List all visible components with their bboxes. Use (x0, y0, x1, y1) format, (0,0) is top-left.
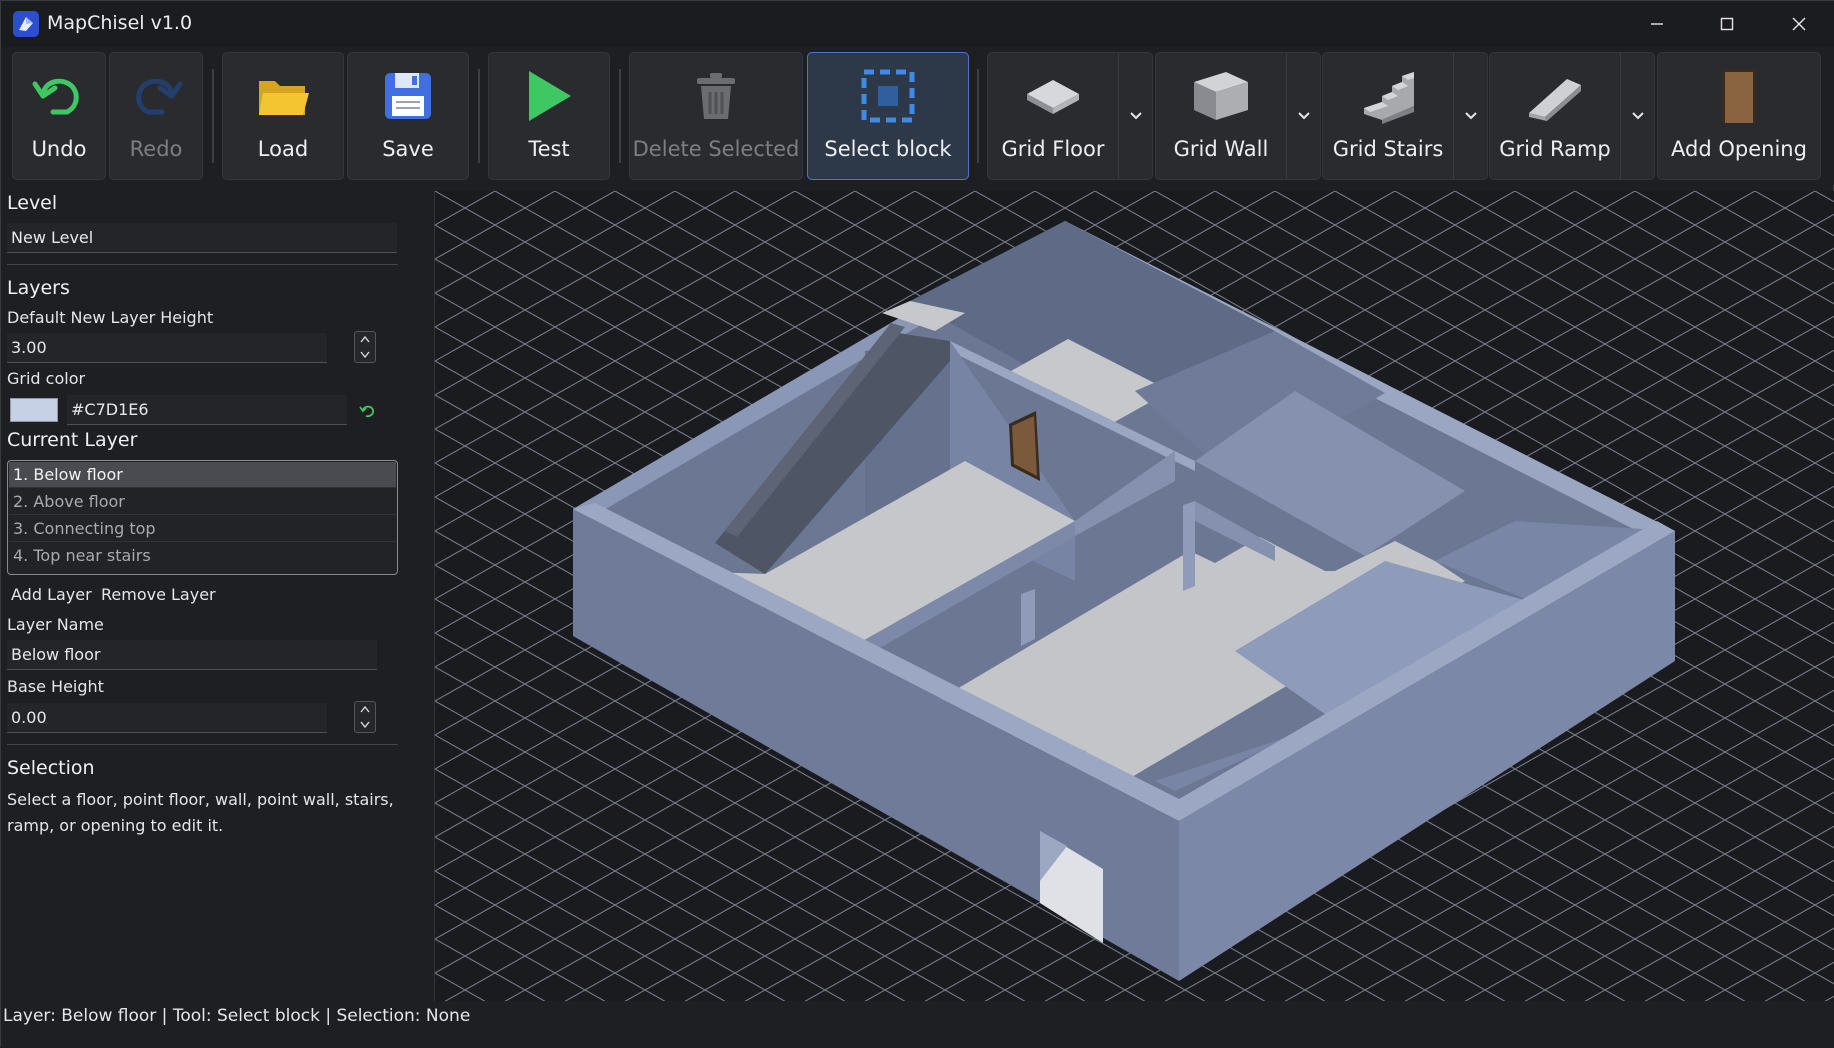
maximize-button[interactable] (1691, 1, 1763, 47)
grid-wall-button[interactable]: Grid Wall (1155, 52, 1321, 180)
undo-icon (13, 67, 105, 125)
selection-hint: Select a floor, point floor, wall, point… (7, 790, 394, 835)
floor-tile-icon (988, 67, 1118, 125)
grid-floor-dropdown[interactable] (1118, 53, 1152, 179)
toolbar-separator (478, 69, 480, 163)
list-item[interactable]: 1. Below floor (9, 462, 396, 488)
window-title: MapChisel v1.0 (47, 12, 193, 34)
redo-icon (110, 67, 202, 125)
grid-ramp-dropdown[interactable] (1620, 53, 1654, 179)
play-icon (489, 67, 609, 125)
add-layer-button[interactable]: Add Layer (11, 585, 92, 604)
status-bar: Layer: Below floor | Tool: Select block … (1, 1001, 1834, 1048)
close-button[interactable] (1763, 1, 1834, 47)
toolbar-separator (212, 69, 214, 163)
test-button[interactable]: Test (488, 52, 610, 180)
grid-ramp-label: Grid Ramp (1499, 137, 1611, 161)
base-height-input[interactable]: 0.00 (7, 703, 327, 733)
stepper-down-icon[interactable] (355, 347, 375, 362)
base-height-label: Base Height (7, 677, 104, 696)
load-button[interactable]: Load (222, 52, 344, 180)
toolbar: Undo Redo Load Save Test Delete Selected… (1, 47, 1834, 185)
layer-name-label: Layer Name (7, 615, 104, 634)
remove-layer-button[interactable]: Remove Layer (101, 585, 216, 604)
list-item[interactable]: 2. Above floor (9, 489, 396, 515)
chevron-down-icon (1464, 112, 1477, 120)
save-label: Save (382, 137, 434, 161)
redo-button[interactable]: Redo (109, 52, 203, 180)
default-layer-height-stepper[interactable] (354, 331, 376, 363)
reset-color-icon[interactable] (358, 401, 378, 421)
stepper-down-icon[interactable] (355, 717, 375, 732)
close-icon (1792, 17, 1806, 31)
status-text: Layer: Below floor | Tool: Select block … (3, 1006, 471, 1026)
select-block-icon (808, 67, 968, 125)
grid-wall-label: Grid Wall (1173, 137, 1269, 161)
chevron-down-icon (1631, 112, 1644, 120)
layer-name-input[interactable]: Below floor (7, 640, 377, 670)
app-logo-icon (13, 11, 39, 37)
app-window: MapChisel v1.0 Undo Redo Load Save Test … (0, 0, 1834, 1048)
layer-list[interactable]: 1. Below floor 2. Above floor 3. Connect… (7, 460, 398, 575)
divider (7, 264, 398, 265)
delete-selected-label: Delete Selected (632, 137, 800, 161)
minimize-icon (1651, 23, 1663, 25)
wall-pillar (1021, 589, 1035, 646)
chevron-down-icon (1297, 112, 1310, 120)
grid-ramp-button[interactable]: Grid Ramp (1489, 52, 1655, 180)
title-bar[interactable]: MapChisel v1.0 (1, 1, 1834, 47)
trash-icon (630, 67, 802, 125)
3d-viewport[interactable] (434, 191, 1834, 1001)
grid-color-swatch[interactable] (10, 398, 58, 422)
redo-label: Redo (129, 137, 183, 161)
select-block-label: Select block (824, 137, 952, 161)
toolbar-separator (619, 69, 621, 163)
stairs-icon (1323, 67, 1453, 125)
chevron-down-icon (1129, 112, 1142, 120)
level-scene (435, 191, 1834, 1001)
grid-color-input[interactable]: #C7D1E6 (67, 395, 347, 425)
list-item[interactable]: 3. Connecting top (9, 516, 396, 542)
floppy-disk-icon (348, 67, 468, 125)
delete-selected-button[interactable]: Delete Selected (629, 52, 803, 180)
grid-floor-button[interactable]: Grid Floor (987, 52, 1153, 180)
maximize-icon (1720, 17, 1734, 31)
base-height-stepper[interactable] (354, 701, 376, 733)
save-button[interactable]: Save (347, 52, 469, 180)
grid-stairs-button[interactable]: Grid Stairs (1322, 52, 1488, 180)
layers-section-title: Layers (7, 277, 70, 299)
undo-button[interactable]: Undo (12, 52, 106, 180)
properties-panel: Level New Level Layers Default New Layer… (1, 189, 433, 997)
stepper-up-icon[interactable] (355, 332, 375, 347)
wall-pillar (1183, 501, 1195, 591)
default-layer-height-input[interactable]: 3.00 (7, 333, 327, 363)
minimize-button[interactable] (1621, 1, 1693, 47)
wall-block-icon (1156, 67, 1286, 125)
level-name-input[interactable]: New Level (7, 223, 397, 253)
folder-icon (223, 67, 343, 125)
grid-color-label: Grid color (7, 369, 86, 388)
list-item[interactable]: 4. Top near stairs (9, 543, 396, 569)
level-section-title: Level (7, 192, 58, 214)
undo-label: Undo (31, 137, 87, 161)
divider (7, 744, 398, 745)
test-label: Test (528, 137, 570, 161)
grid-stairs-dropdown[interactable] (1453, 53, 1487, 179)
add-opening-button[interactable]: Add Opening (1657, 52, 1821, 180)
default-layer-height-label: Default New Layer Height (7, 308, 214, 327)
ramp-icon (1490, 67, 1620, 125)
selection-section-title: Selection (7, 757, 95, 779)
current-layer-section-title: Current Layer (7, 429, 138, 451)
add-opening-label: Add Opening (1671, 137, 1807, 161)
select-block-button[interactable]: Select block (807, 52, 969, 180)
grid-floor-label: Grid Floor (1001, 137, 1105, 161)
stepper-up-icon[interactable] (355, 702, 375, 717)
grid-stairs-label: Grid Stairs (1332, 137, 1444, 161)
door-icon (1658, 67, 1820, 125)
grid-wall-dropdown[interactable] (1286, 53, 1320, 179)
load-label: Load (257, 137, 309, 161)
toolbar-separator (977, 69, 979, 163)
